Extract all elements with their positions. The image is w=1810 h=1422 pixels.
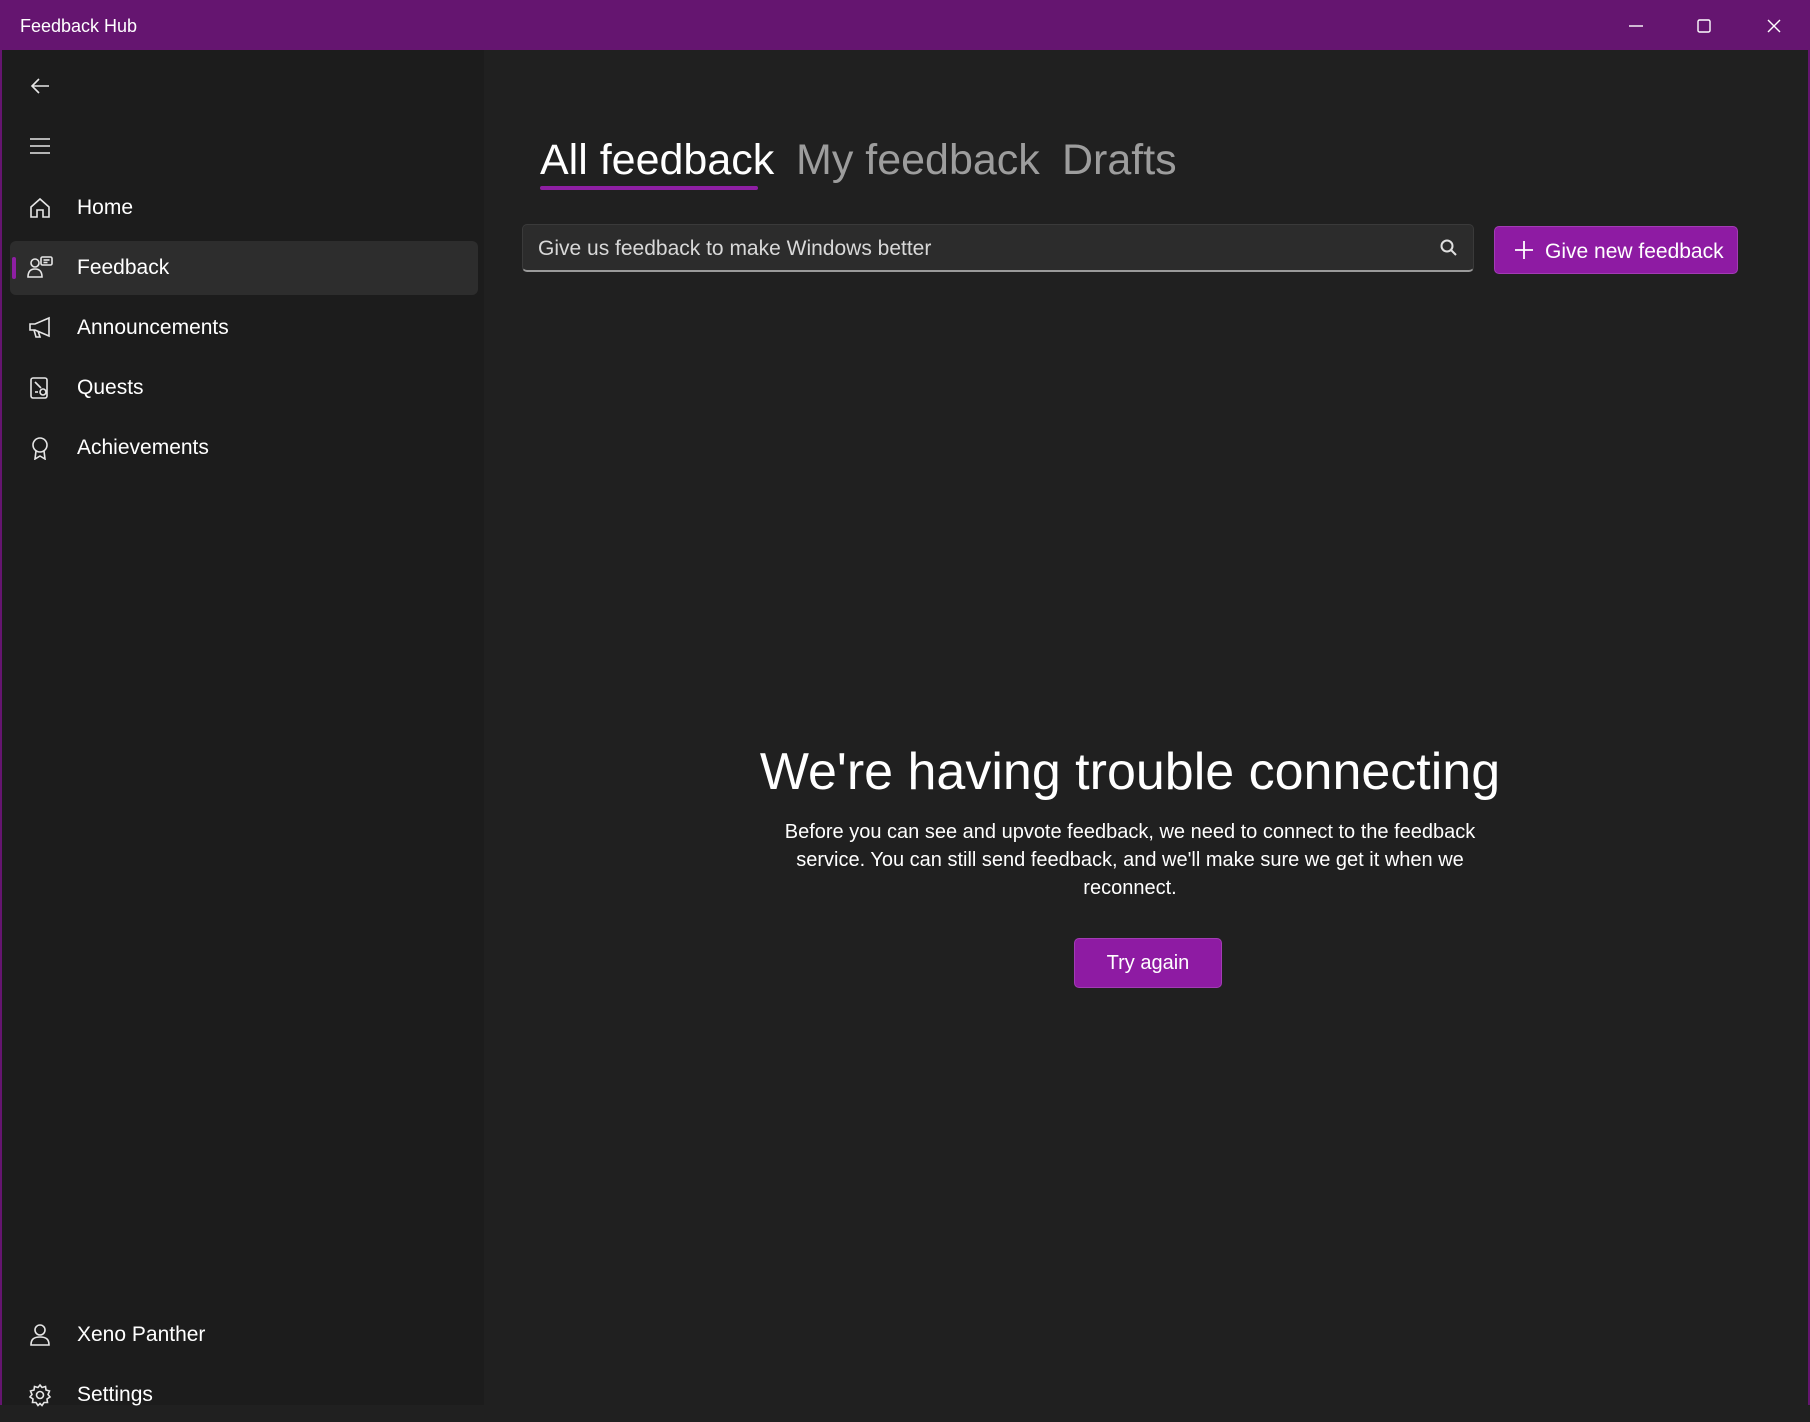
back-button[interactable]: [20, 66, 60, 106]
quests-icon: [26, 374, 54, 402]
person-icon: [26, 1321, 54, 1349]
window-title: Feedback Hub: [20, 16, 138, 36]
tab-drafts[interactable]: Drafts: [1062, 136, 1177, 185]
nav-item-announcements[interactable]: Announcements: [10, 301, 478, 355]
active-tab-underline: [540, 186, 758, 190]
feedback-hub-window: Feedback Hub Home Feedback Announcements…: [0, 0, 1810, 1407]
home-icon: [26, 194, 54, 222]
badge-icon: [26, 434, 54, 462]
menu-toggle-button[interactable]: [20, 126, 60, 166]
feedback-icon: [26, 254, 54, 282]
nav-item-quests[interactable]: Quests: [10, 361, 478, 415]
title-bar: Feedback Hub: [2, 2, 1808, 50]
nav-item-feedback[interactable]: Feedback: [10, 241, 478, 295]
connection-error-message: Before you can see and upvote feedback, …: [784, 821, 1476, 899]
maximize-button[interactable]: [1670, 2, 1738, 50]
try-again-button[interactable]: Try again: [1074, 938, 1222, 988]
search-input[interactable]: [538, 235, 1398, 263]
close-icon: [1767, 19, 1781, 33]
navigation-pane: Home Feedback Announcements Quests Achie…: [2, 50, 484, 1407]
nav-item-label: Announcements: [77, 316, 229, 339]
nav-item-label: Achievements: [77, 436, 209, 459]
tab-my-feedback[interactable]: My feedback: [796, 136, 1040, 185]
plus-icon: [1513, 239, 1535, 261]
connection-error-title: We're having trouble connecting: [759, 743, 1501, 801]
maximize-icon: [1697, 19, 1711, 33]
search-box[interactable]: [522, 224, 1474, 272]
selection-indicator: [12, 257, 16, 279]
settings-button[interactable]: Settings: [10, 1368, 478, 1422]
nav-item-label: Home: [77, 196, 134, 219]
search-icon[interactable]: [1439, 238, 1459, 258]
give-new-feedback-label: Give new feedback: [1545, 240, 1724, 263]
tab-all-feedback[interactable]: All feedback: [540, 136, 774, 185]
nav-item-label: Feedback: [77, 256, 170, 279]
minimize-icon: [1629, 25, 1643, 27]
minimize-button[interactable]: [1602, 2, 1670, 50]
close-button[interactable]: [1740, 2, 1808, 50]
settings-label: Settings: [77, 1383, 153, 1406]
main-content: All feedback My feedback Drafts Give new…: [484, 50, 1808, 1405]
give-new-feedback-button[interactable]: Give new feedback: [1494, 226, 1738, 274]
nav-item-label: Quests: [77, 376, 144, 399]
hamburger-icon: [30, 138, 50, 154]
nav-item-achievements[interactable]: Achievements: [10, 421, 478, 475]
back-arrow-icon: [30, 78, 49, 94]
nav-item-home[interactable]: Home: [10, 181, 478, 235]
megaphone-icon: [26, 314, 54, 342]
account-name: Xeno Panther: [77, 1323, 206, 1346]
account-button[interactable]: Xeno Panther: [10, 1308, 478, 1362]
